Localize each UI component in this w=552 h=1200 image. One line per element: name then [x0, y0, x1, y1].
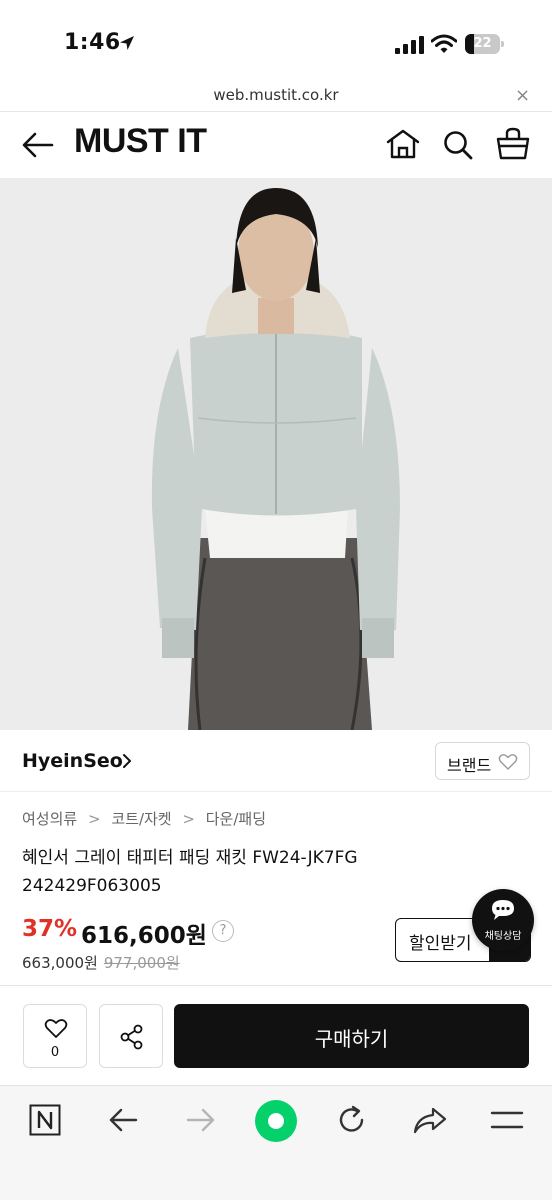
share-icon [120, 1024, 143, 1050]
search-icon[interactable] [442, 129, 474, 161]
product-photo-illustration [0, 178, 552, 730]
naver-green-dot-button[interactable] [255, 1100, 297, 1142]
product-title: 혜인서 그레이 태피터 패딩 재킷 FW24-JK7FG 242429F0630… [22, 848, 358, 896]
share-button[interactable] [99, 1004, 163, 1068]
price-help-icon[interactable]: ? [212, 920, 234, 942]
chat-bubble-icon [492, 900, 514, 920]
browser-share-icon[interactable] [413, 1105, 447, 1135]
sale-price: 616,600원 [81, 923, 207, 949]
browser-toolbar [0, 1085, 552, 1200]
breadcrumb: 여성의류 > 코트/자켓 > 다운/패딩 [22, 808, 266, 830]
close-icon[interactable]: × [515, 85, 530, 106]
breadcrumb-item-coat-jacket[interactable]: 코트/자켓 [111, 810, 171, 828]
purchase-action-bar: 0 구매하기 [0, 985, 552, 1085]
chevron-right-icon[interactable] [120, 752, 134, 770]
wifi-icon [431, 34, 457, 53]
back-arrow-icon[interactable] [22, 131, 54, 159]
cellular-signal-icon [395, 36, 424, 54]
heart-icon [44, 1019, 68, 1038]
buy-button[interactable]: 구매하기 [174, 1004, 529, 1068]
heart-icon [498, 754, 518, 770]
menu-icon[interactable] [490, 1109, 524, 1131]
like-button[interactable]: 0 [23, 1004, 87, 1068]
browser-forward-icon[interactable] [186, 1106, 216, 1134]
like-count: 0 [50, 1045, 60, 1060]
brand-like-button[interactable]: 브랜드 [435, 742, 530, 780]
url-text[interactable]: web.mustit.co.kr [0, 86, 552, 104]
brand-name[interactable]: HyeinSeo [22, 750, 123, 772]
sub-price: 663,000원 [22, 954, 98, 972]
site-logo[interactable]: MUST IT [74, 122, 207, 161]
cart-icon[interactable] [495, 127, 531, 161]
naver-home-icon[interactable] [29, 1104, 61, 1136]
location-arrow-icon [120, 36, 134, 50]
site-header: MUST IT [0, 112, 552, 178]
green-dot-icon [268, 1113, 284, 1129]
home-icon[interactable] [385, 128, 421, 160]
brand-button-label: 브랜드 [447, 756, 492, 775]
discount-rate: 37% [22, 916, 78, 942]
battery-level: 22 [473, 36, 492, 51]
brand-row[interactable]: HyeinSeo 브랜드 [0, 730, 552, 792]
price-sub-row: 663,000원 977,000원 [22, 952, 180, 973]
battery-indicator: 22 [465, 34, 505, 54]
breadcrumb-item-down-padding[interactable]: 다운/패딩 [206, 810, 266, 828]
reload-icon[interactable] [337, 1104, 367, 1136]
breadcrumb-separator: > [87, 809, 101, 828]
browser-back-icon[interactable] [108, 1106, 138, 1134]
status-time: 1:46 [64, 30, 121, 55]
coupon-button-label: 할인받기 [409, 934, 472, 954]
breadcrumb-item-women[interactable]: 여성의류 [22, 810, 77, 828]
chat-label: 채팅상담 [484, 931, 522, 942]
chat-consult-button[interactable]: 채팅상담 [472, 889, 534, 951]
status-bar: 1:46 22 [0, 0, 552, 82]
original-price: 977,000원 [103, 954, 180, 972]
breadcrumb-separator: > [182, 809, 195, 828]
buy-button-label: 구매하기 [314, 1027, 389, 1051]
product-image[interactable] [0, 178, 552, 730]
browser-url-bar[interactable]: web.mustit.co.kr × [0, 82, 552, 112]
